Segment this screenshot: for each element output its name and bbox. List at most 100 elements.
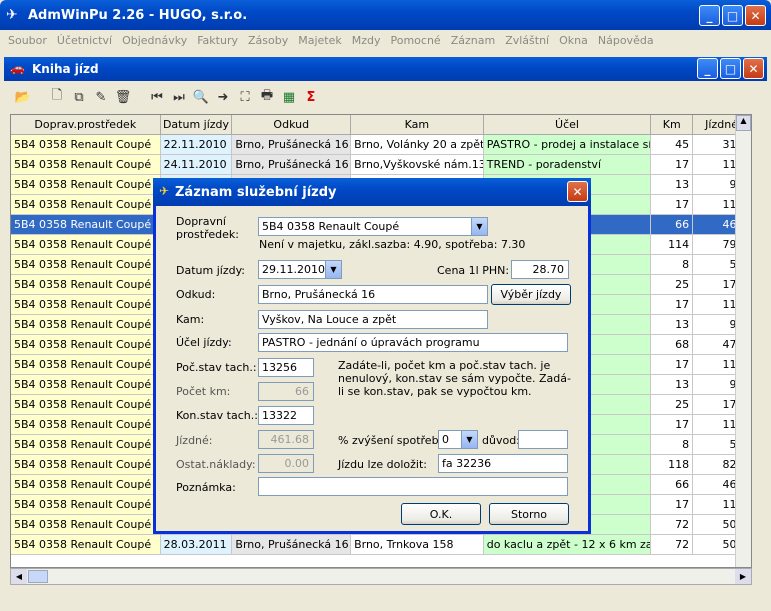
menu-item[interactable]: Mzdy bbox=[352, 34, 381, 47]
column-header[interactable]: Datum jízdy bbox=[160, 115, 233, 135]
reason-input[interactable] bbox=[518, 430, 568, 449]
table-cell: 5B4 0358 Renault Coupé bbox=[11, 495, 161, 515]
chevron-down-icon[interactable]: ▼ bbox=[325, 261, 341, 278]
subwindow-titlebar[interactable]: 🚗 Kniha jízd bbox=[4, 57, 767, 81]
table-cell: 5B4 0358 Renault Coupé bbox=[11, 415, 161, 435]
next-icon[interactable]: ➜ bbox=[214, 88, 232, 106]
from-label: Odkud: bbox=[176, 288, 216, 301]
dialog-titlebar[interactable]: ✈ Záznam služební jízdy bbox=[153, 178, 591, 206]
app-icon: ✈ bbox=[6, 7, 18, 23]
table-cell: 28.03.2011 bbox=[160, 535, 233, 555]
table-row[interactable]: 5B4 0358 Renault Coupé 24.11.2010 Brno, Pr… bbox=[11, 155, 751, 175]
vertical-scrollbar[interactable]: ▲ bbox=[735, 115, 751, 567]
note-input[interactable] bbox=[258, 477, 568, 496]
chevron-down-icon[interactable]: ▼ bbox=[461, 431, 477, 448]
chevron-down-icon[interactable]: ▼ bbox=[471, 218, 487, 235]
scroll-thumb[interactable] bbox=[28, 570, 48, 583]
table-cell: 5B4 0358 Renault Coupé bbox=[11, 275, 161, 295]
table-cell: Brno, Prušánecká 16 bbox=[232, 135, 352, 155]
scroll-right-icon[interactable]: ▶ bbox=[735, 569, 751, 584]
menu-item[interactable]: Účetnictví bbox=[57, 34, 112, 47]
table-cell: 5B4 0358 Renault Coupé bbox=[11, 475, 161, 495]
print-icon[interactable]: 🖶 bbox=[258, 88, 276, 106]
table-row[interactable]: 5B4 0358 Renault Coupé 28.03.2011 Brno, Pr… bbox=[11, 535, 751, 555]
dialog-close-button[interactable]: ✕ bbox=[567, 181, 588, 202]
edit-icon[interactable]: ✎ bbox=[92, 88, 110, 106]
subwindow-title: Kniha jízd bbox=[32, 62, 99, 76]
table-cell: 5B4 0358 Renault Coupé bbox=[11, 295, 161, 315]
menu-item[interactable]: Zvláštní bbox=[505, 34, 549, 47]
menu-item[interactable]: Okna bbox=[559, 34, 588, 47]
table-cell: 17 bbox=[651, 155, 694, 175]
choose-trip-button[interactable]: Výběr jízdy bbox=[491, 284, 571, 305]
date-select[interactable]: 29.11.2010 ▼ bbox=[258, 260, 342, 279]
vehicle-select[interactable]: 5B4 0358 Renault Coupé ▼ bbox=[258, 217, 488, 236]
to-input[interactable]: Vyškov, Na Louce a zpět bbox=[258, 310, 488, 329]
menu-item[interactable]: Objednávky bbox=[122, 34, 187, 47]
purpose-input[interactable]: PASTRO - jednání o úpravách programu bbox=[258, 333, 568, 352]
table-cell: 17 bbox=[651, 355, 694, 375]
menu-item[interactable]: Zásoby bbox=[248, 34, 288, 47]
vehicle-label: Dopravní prostředek: bbox=[176, 215, 239, 241]
delete-icon[interactable]: 🗑 bbox=[114, 88, 132, 106]
column-header[interactable]: Účel bbox=[483, 115, 652, 135]
sub-maximize-button[interactable]: □ bbox=[720, 58, 741, 79]
first-icon[interactable]: ⏮ bbox=[148, 88, 166, 106]
table-cell: 22.11.2010 bbox=[160, 135, 233, 155]
cancel-button[interactable]: Storno bbox=[489, 503, 569, 525]
excel-icon[interactable]: ▦ bbox=[280, 88, 298, 106]
end-input[interactable]: 13322 bbox=[258, 406, 314, 425]
table-cell: 24.11.2010 bbox=[160, 155, 233, 175]
column-header[interactable]: Km bbox=[651, 115, 694, 135]
menu-item[interactable]: Nápověda bbox=[598, 34, 654, 47]
increase-label: % zvýšení spotřeby: bbox=[338, 434, 448, 447]
sum-icon[interactable]: Σ bbox=[302, 88, 320, 106]
table-row[interactable]: 5B4 0358 Renault Coupé 22.11.2010 Brno, Pr… bbox=[11, 135, 751, 155]
horizontal-scrollbar[interactable]: ◀ ▶ bbox=[10, 568, 752, 585]
from-input[interactable]: Brno, Prušánecká 16 bbox=[258, 285, 488, 304]
last-icon[interactable]: ⏭ bbox=[170, 88, 188, 106]
reason-label: důvod: bbox=[482, 434, 520, 447]
ok-button[interactable]: O.K. bbox=[401, 503, 481, 525]
vehicle-value: 5B4 0358 Renault Coupé bbox=[262, 220, 400, 233]
table-cell: Brno, Volánky 20 a zpět bbox=[351, 135, 484, 155]
table-cell: 25 bbox=[651, 395, 694, 415]
menu-item[interactable]: Faktury bbox=[197, 34, 238, 47]
table-cell: 17 bbox=[651, 295, 694, 315]
sub-minimize-button[interactable]: _ bbox=[697, 58, 718, 79]
scroll-up-icon[interactable]: ▲ bbox=[736, 115, 751, 131]
open-icon[interactable]: 📂 bbox=[14, 88, 32, 106]
hint-text: Zadáte-li, počet km a poč.stav tach. je … bbox=[338, 359, 571, 398]
minimize-button[interactable]: _ bbox=[699, 5, 720, 26]
app-titlebar[interactable]: ✈ AdmWinPu 2.26 - HUGO, s.r.o. bbox=[0, 0, 771, 30]
table-cell: PASTRO - prodej a instalace sítě bbox=[483, 135, 652, 155]
app-title: AdmWinPu 2.26 - HUGO, s.r.o. bbox=[28, 7, 248, 23]
column-header[interactable]: Kam bbox=[351, 115, 484, 135]
price-label: Cena 1l PHN: bbox=[437, 264, 510, 277]
table-cell: 5B4 0358 Renault Coupé bbox=[11, 435, 161, 455]
menu-item[interactable]: Pomocné bbox=[391, 34, 441, 47]
maximize-button[interactable]: □ bbox=[722, 5, 743, 26]
copy-icon[interactable]: ⧉ bbox=[70, 88, 88, 106]
start-input[interactable]: 13256 bbox=[258, 358, 314, 377]
menu-item[interactable]: Majetek bbox=[298, 34, 342, 47]
proof-input[interactable]: fa 32236 bbox=[438, 454, 568, 473]
scroll-left-icon[interactable]: ◀ bbox=[11, 569, 27, 584]
car-icon: 🚗 bbox=[10, 61, 25, 75]
menu-item[interactable]: Soubor bbox=[8, 34, 47, 47]
table-cell: 5B4 0358 Renault Coupé bbox=[11, 455, 161, 475]
close-button[interactable]: ✕ bbox=[745, 5, 766, 26]
menu-item[interactable]: Záznam bbox=[451, 34, 495, 47]
sub-close-button[interactable]: ✕ bbox=[743, 58, 764, 79]
find-icon[interactable]: 🔍 bbox=[192, 88, 210, 106]
price-input[interactable]: 28.70 bbox=[511, 260, 569, 279]
other-label: Ostat.náklady: bbox=[176, 458, 256, 471]
table-cell: Brno, Prušánecká 16 bbox=[232, 155, 352, 175]
select-icon[interactable]: ⛶ bbox=[236, 88, 254, 106]
other-input: 0.00 bbox=[258, 454, 314, 473]
column-header[interactable]: Odkud bbox=[232, 115, 352, 135]
column-header[interactable]: Doprav.prostředek bbox=[11, 115, 161, 135]
increase-select[interactable]: 0 ▼ bbox=[438, 430, 478, 449]
new-icon[interactable]: 🗋 bbox=[48, 88, 66, 106]
table-cell: 68 bbox=[651, 335, 694, 355]
